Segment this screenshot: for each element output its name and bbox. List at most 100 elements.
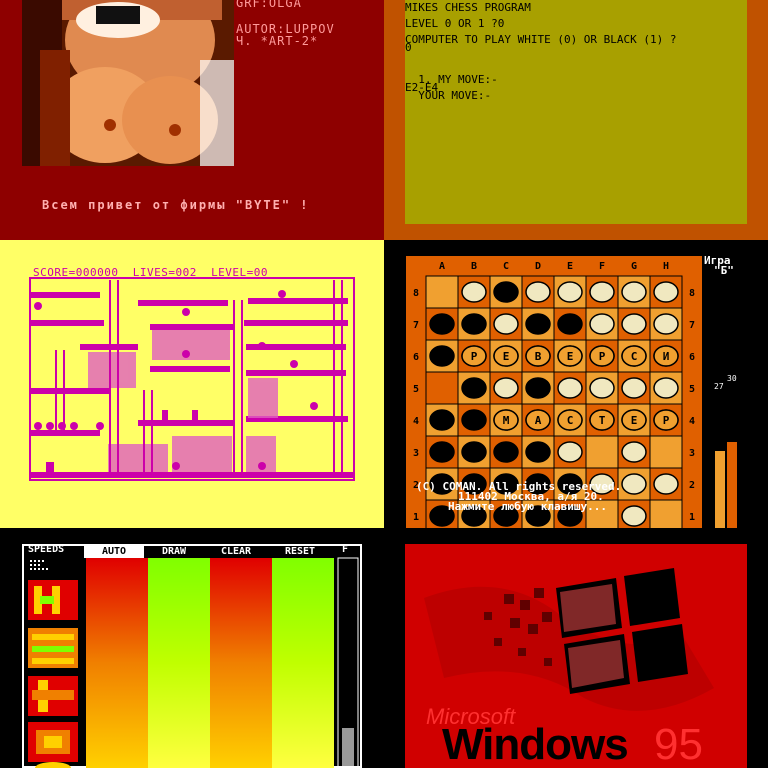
white-disc: [621, 281, 647, 303]
panel-windows95: Microsoft Windows 95: [384, 528, 768, 768]
white-disc: [621, 505, 647, 527]
rank-label: 1: [413, 512, 419, 523]
rank-label: 8: [413, 288, 419, 299]
rank-label: 7: [413, 320, 419, 331]
letter-disc-label: Е: [631, 414, 638, 427]
letter-disc-label: С: [631, 350, 638, 363]
black-disc: [429, 313, 455, 335]
letter-disc-label: Р: [599, 350, 606, 363]
rank-label: 6: [689, 352, 695, 363]
letter-disc-label: Р: [471, 350, 478, 363]
rank-label: 4: [689, 416, 695, 427]
chess-text-line: LEVEL 0 OR 1 ?0: [405, 17, 505, 30]
pattern-thumbnails: [28, 580, 78, 768]
game-variant: "Б": [714, 264, 734, 277]
black-disc: [525, 313, 551, 335]
black-disc: [493, 281, 519, 303]
letter-disc-label: С: [567, 414, 574, 427]
score-bar-white: [715, 451, 725, 528]
white-disc: [653, 313, 679, 335]
letter-disc-label: Р: [663, 414, 670, 427]
score-black: 30: [727, 374, 737, 383]
white-disc: [589, 281, 615, 303]
white-disc: [493, 377, 519, 399]
board-square: [425, 275, 459, 309]
board-square: [585, 435, 619, 469]
file-label: H: [663, 261, 669, 272]
letter-disc-label: М: [503, 414, 510, 427]
chess-text-line: YOUR MOVE:-: [405, 89, 492, 102]
press-key-prompt[interactable]: Нажмите любую клавишу...: [448, 500, 607, 513]
score-white: 27: [714, 382, 724, 391]
rank-label: 5: [689, 384, 695, 395]
autor-art-label: Ч. *ART-2*: [236, 34, 319, 48]
black-disc: [461, 313, 487, 335]
white-disc: [589, 377, 615, 399]
screenshot-grid: GRF:OLGA AUTOR:LUPPOV Ч. *ART-2* Всем пр…: [0, 0, 768, 768]
chess-text-line: [405, 52, 677, 60]
rank-label: 3: [413, 448, 419, 459]
black-disc: [525, 441, 551, 463]
file-label: C: [503, 261, 509, 272]
black-disc: [493, 441, 519, 463]
black-disc: [429, 409, 455, 431]
panel-platform-game: SCORE=000000 LIVES=002 LEVEL=00: [0, 240, 384, 528]
board-square: [425, 371, 459, 405]
chess-text-line: MIKES CHESS PROGRAM: [405, 1, 531, 14]
black-disc: [461, 441, 487, 463]
white-disc: [653, 281, 679, 303]
chess-text-line: [405, 60, 677, 68]
white-disc: [461, 281, 487, 303]
white-disc: [621, 473, 647, 495]
panel-pattern-tool: SPEEDS AUTO DRAW CLEAR RESET F: [0, 528, 384, 768]
grf-label: GRF:OLGA: [236, 0, 302, 10]
score-bar-black: [727, 442, 737, 528]
rank-label: 1: [689, 512, 695, 523]
black-disc: [461, 409, 487, 431]
white-disc: [621, 313, 647, 335]
white-disc: [557, 377, 583, 399]
file-label: F: [599, 261, 605, 272]
black-disc: [557, 313, 583, 335]
windows-version: 95: [654, 720, 703, 768]
game-level-map: [29, 277, 355, 481]
white-disc: [621, 377, 647, 399]
letter-disc-label: А: [535, 414, 542, 427]
white-disc: [493, 313, 519, 335]
file-label: D: [535, 261, 541, 272]
black-disc: [429, 345, 455, 367]
white-disc: [525, 281, 551, 303]
panel-portrait-screen: GRF:OLGA AUTOR:LUPPOV Ч. *ART-2* Всем пр…: [0, 0, 384, 240]
black-disc: [525, 377, 551, 399]
chess-text-line: COMPUTER TO PLAY WHITE (0) OR BLACK (1) …: [405, 33, 677, 46]
rank-label: 5: [413, 384, 419, 395]
black-disc: [461, 377, 487, 399]
letter-disc-label: Е: [567, 350, 574, 363]
white-disc: [653, 473, 679, 495]
chess-text-line: 1. MY MOVE:-: [405, 73, 498, 86]
rank-label: 3: [689, 448, 695, 459]
board-square: [649, 499, 683, 528]
letter-disc-label: И: [663, 350, 670, 363]
file-label: G: [631, 261, 637, 272]
rank-label: 7: [689, 320, 695, 331]
rank-label: 8: [689, 288, 695, 299]
file-label: E: [567, 261, 573, 272]
pattern-canvas[interactable]: [0, 528, 384, 768]
white-disc: [653, 377, 679, 399]
board-square: [649, 435, 683, 469]
white-disc: [589, 313, 615, 335]
chess-text-lines: MIKES CHESS PROGRAM LEVEL 0 OR 1 ?0 COMPUT…: [405, 1, 677, 102]
rank-label: 2: [689, 480, 695, 491]
letter-disc-label: Е: [503, 350, 510, 363]
file-label: A: [439, 261, 445, 272]
letter-disc-label: В: [535, 350, 542, 363]
white-disc: [621, 441, 647, 463]
panel-chess-program: MIKES CHESS PROGRAM LEVEL 0 OR 1 ?0 COMPUT…: [384, 0, 768, 240]
letter-disc-label: Т: [599, 414, 606, 427]
file-label: B: [471, 261, 477, 272]
chess-text-screen: MIKES CHESS PROGRAM LEVEL 0 OR 1 ?0 COMPUT…: [405, 0, 747, 224]
rank-label: 6: [413, 352, 419, 363]
panel-reversi: AABBCCDDEEFFGGHH8877665544332211РЕВЕРСИМ…: [384, 240, 768, 528]
greeting-text: Всем привет от фирмы "BYTE" !: [42, 198, 310, 212]
